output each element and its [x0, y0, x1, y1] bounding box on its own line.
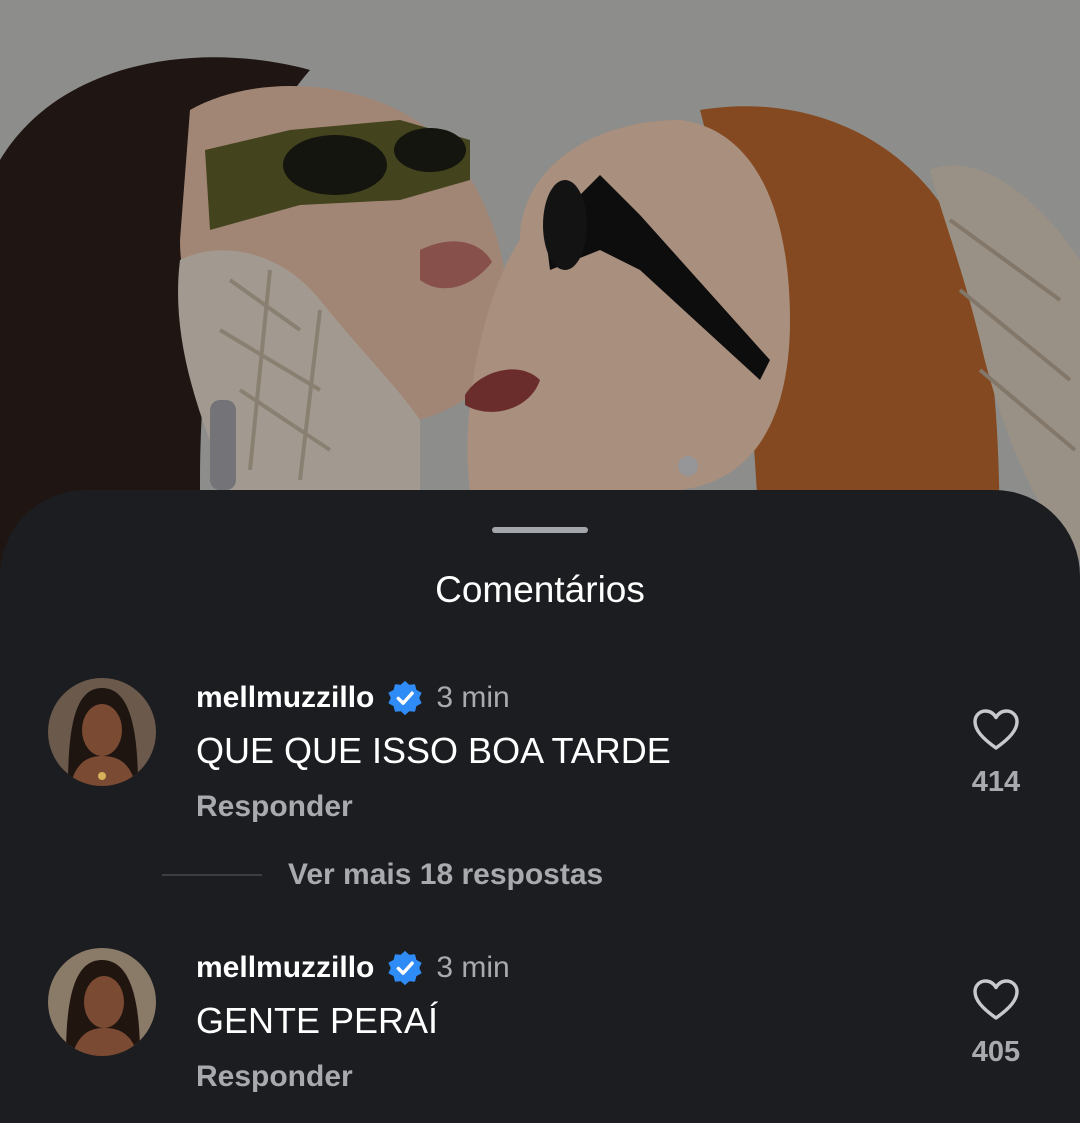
- replies-divider-line: [162, 874, 262, 876]
- sheet-drag-handle[interactable]: [492, 527, 588, 533]
- comment-time: 3 min: [436, 681, 510, 714]
- heart-icon: [960, 978, 1032, 1022]
- like-count: 405: [971, 1036, 1021, 1068]
- verified-badge-icon: [386, 949, 424, 987]
- comment-username[interactable]: mellmuzzillo: [196, 681, 374, 715]
- like-button[interactable]: 414: [960, 708, 1032, 799]
- avatar[interactable]: [48, 948, 156, 1056]
- reply-button[interactable]: Responder: [196, 790, 353, 824]
- comment-item: mellmuzzillo 3 min GENTE PERAÍ Responder…: [0, 948, 1080, 1098]
- view-more-replies-button[interactable]: Ver mais 18 respostas: [162, 858, 603, 892]
- comment-text: QUE QUE ISSO BOA TARDE: [196, 730, 671, 771]
- like-button[interactable]: 405: [960, 978, 1032, 1069]
- comment-meta: mellmuzzillo 3 min: [196, 678, 510, 718]
- heart-icon: [960, 708, 1032, 752]
- sheet-title: Comentários: [435, 569, 645, 610]
- comment-text: GENTE PERAÍ: [196, 1000, 439, 1041]
- verified-badge-icon: [386, 679, 424, 717]
- comment-username[interactable]: mellmuzzillo: [196, 951, 374, 985]
- comments-sheet: Comentários mellmuzzillo 3 min QUE QUE I…: [0, 490, 1080, 1123]
- like-count: 414: [971, 766, 1021, 798]
- view-more-replies-label: Ver mais 18 respostas: [288, 858, 604, 891]
- comment-meta: mellmuzzillo 3 min: [196, 948, 510, 988]
- comment-item: mellmuzzillo 3 min QUE QUE ISSO BOA TARD…: [0, 678, 1080, 828]
- comment-time: 3 min: [436, 951, 510, 984]
- reply-button[interactable]: Responder: [196, 1060, 353, 1094]
- avatar[interactable]: [48, 678, 156, 786]
